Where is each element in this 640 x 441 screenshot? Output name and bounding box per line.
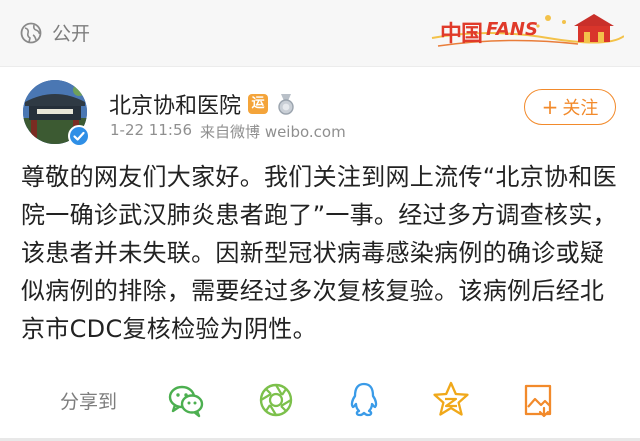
verified-icon [68, 125, 90, 147]
header-divider [0, 66, 640, 67]
post-text: 尊敬的网友们大家好。我们关注到网上流传“北京协和医院一确诊武汉肺炎患者跑了”一事… [21, 163, 617, 343]
share-label: 分享到 [60, 391, 118, 413]
author-row: 北京协和医院 运 [109, 88, 297, 120]
save-image-icon[interactable] [518, 380, 558, 420]
follow-button[interactable]: + 关注 [524, 89, 616, 125]
medal-icon[interactable] [275, 93, 297, 115]
china-fans-badge[interactable]: 中国 FANS [428, 8, 624, 54]
qq-icon[interactable] [344, 380, 384, 420]
moments-icon[interactable] [256, 380, 296, 420]
follow-label: 关注 [562, 98, 599, 119]
wechat-icon[interactable] [166, 380, 206, 420]
fans-badge-cn: 中国 [440, 21, 483, 47]
fans-badge-en: FANS [486, 19, 538, 40]
visibility-indicator: 公开 [20, 19, 90, 46]
globe-icon [20, 22, 42, 43]
visibility-label: 公开 [52, 23, 91, 45]
author-name[interactable]: 北京协和医院 [109, 88, 241, 120]
qzone-icon[interactable] [431, 380, 471, 420]
post-timestamp: 1-22 11:56 [110, 121, 193, 139]
member-badge[interactable]: 运 [248, 94, 269, 114]
top-bar: 公开 中国 FANS [0, 0, 640, 66]
post-source: 来自微博 weibo.com [200, 123, 346, 141]
post-meta: 1-22 11:56 来自微博 weibo.com [110, 121, 346, 142]
plus-icon: + [541, 95, 559, 119]
share-bar: 分享到 [0, 374, 640, 426]
